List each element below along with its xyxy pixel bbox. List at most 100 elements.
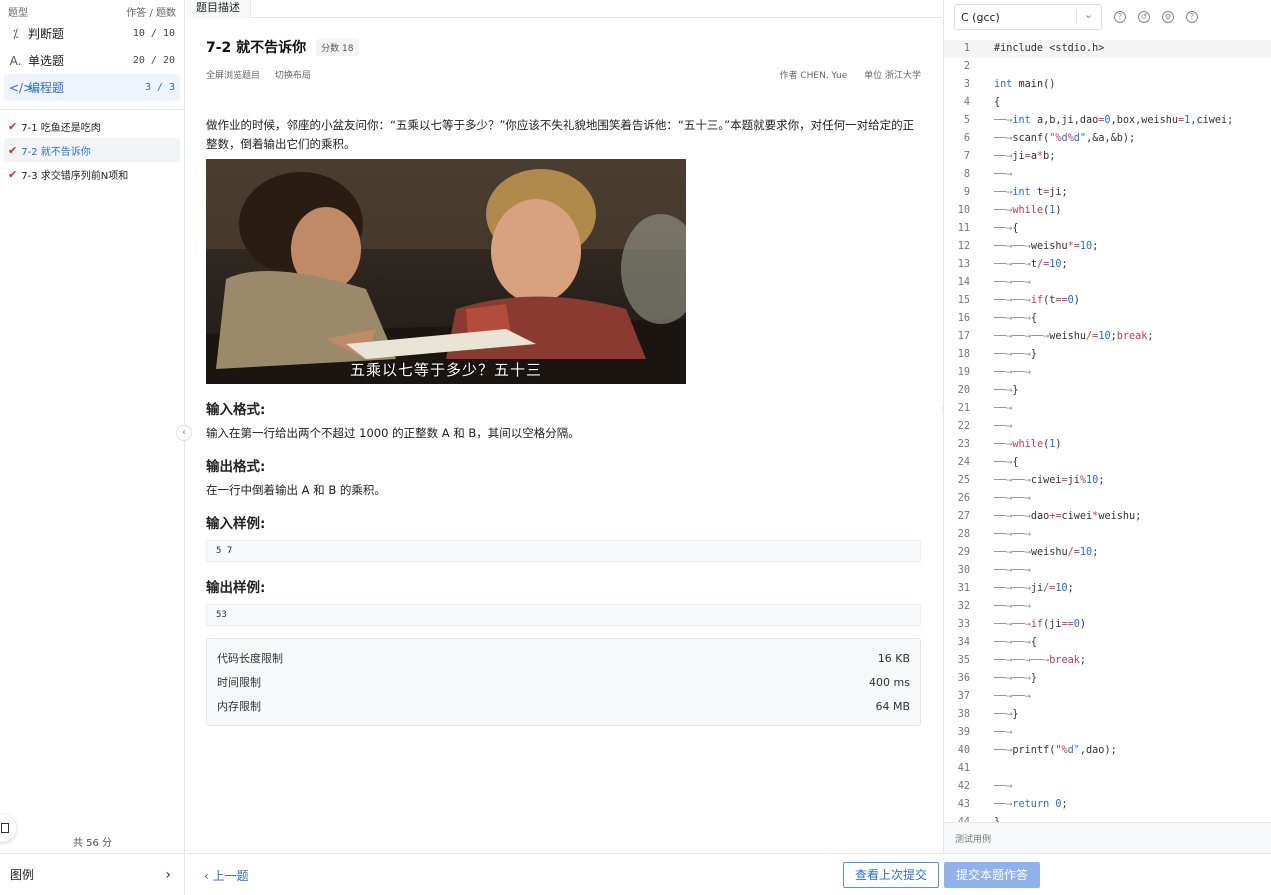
code-line[interactable]: 41 — [944, 760, 1271, 778]
total-score: 共 56 分 — [72, 838, 113, 849]
line-number: 12 — [957, 241, 970, 252]
prev-label: 上一题 — [212, 869, 249, 883]
line-number: 34 — [957, 637, 970, 648]
tab-description[interactable]: 题目描述 — [186, 0, 251, 18]
sample-input-title: 输入样例: — [206, 516, 266, 532]
code-text: ──→ji=a*b; — [994, 151, 1056, 162]
code-line[interactable]: 22 ──→ — [944, 418, 1271, 436]
code-text: ──→──→ — [994, 691, 1031, 702]
code-line[interactable]: 31 ──→──→ji/=10; — [944, 580, 1271, 598]
input-format-title: 输入格式: — [206, 402, 266, 418]
code-line[interactable]: 21 ──→ — [944, 400, 1271, 418]
code-line[interactable]: 38 ──→} — [944, 706, 1271, 724]
code-line[interactable]: 19 ──→──→ — [944, 364, 1271, 382]
history-icon[interactable]: ↺ — [1138, 11, 1150, 23]
switch-layout-link[interactable]: 切换布局 — [275, 71, 311, 81]
help-icon[interactable]: ? — [1114, 11, 1126, 23]
code-text: ──→──→{ — [994, 313, 1037, 324]
code-line[interactable]: 27 ──→──→dao+=ciwei*weishu; — [944, 508, 1271, 526]
code-line[interactable]: 6 ──→scanf("%d%d",&a,&b); — [944, 130, 1271, 148]
code-text: } — [994, 814, 1000, 822]
code-icon: </> — [9, 80, 34, 95]
code-line[interactable]: 40 ──→printf("%d",dao); — [944, 742, 1271, 760]
code-line[interactable]: 36 ──→──→} — [944, 670, 1271, 688]
code-line[interactable]: 16 ──→──→{ — [944, 310, 1271, 328]
line-number: 14 — [957, 277, 970, 288]
code-line[interactable]: 4{ — [944, 94, 1271, 112]
code-line[interactable]: 7 ──→ji=a*b; — [944, 148, 1271, 166]
problem-item[interactable]: ✔ 7-1 吃鱼还是吃肉 — [4, 114, 180, 138]
code-line[interactable]: 28 ──→──→ — [944, 526, 1271, 544]
code-line[interactable]: 10 ──→while(1) — [944, 202, 1271, 220]
code-line[interactable]: 23 ──→while(1) — [944, 436, 1271, 454]
code-line[interactable]: 14 ──→──→ — [944, 274, 1271, 292]
line-number: 7 — [963, 151, 970, 162]
code-line[interactable]: 33 ──→──→if(ji==0) — [944, 616, 1271, 634]
collapse-sidebar-button[interactable]: ‹ — [176, 425, 192, 441]
code-line[interactable]: 25 ──→──→ciwei=ji%10; — [944, 472, 1271, 490]
sidebar-divider — [0, 109, 184, 110]
legend-label: 图例 — [10, 868, 35, 882]
code-line[interactable]: 39 ──→ — [944, 724, 1271, 742]
testcase-bar[interactable]: 测试用例 — [944, 822, 1271, 853]
code-line[interactable]: 30 ──→──→ — [944, 562, 1271, 580]
code-text: #include <stdio.h> — [994, 43, 1105, 54]
line-number: 40 — [957, 745, 970, 756]
code-line[interactable]: 9 ──→int t=ji; — [944, 184, 1271, 202]
line-number: 19 — [957, 367, 970, 378]
info-icon[interactable]: ? — [1186, 11, 1198, 23]
prev-question-button[interactable]: ‹ 上一题 — [204, 867, 249, 884]
image-caption: 五乘以七等于多少？五十三 — [349, 361, 542, 379]
code-line[interactable]: 35 ──→──→──→break; — [944, 652, 1271, 670]
testcase-label: 测试用例 — [955, 835, 992, 845]
code-line[interactable]: 34 ──→──→{ — [944, 634, 1271, 652]
code-line[interactable]: 1 #include <stdio.h> — [944, 40, 1271, 58]
line-number: 5 — [963, 115, 970, 126]
line-number: 26 — [957, 493, 970, 504]
problem-item[interactable]: ✔ 7-3 求交错序列前N项和 — [4, 162, 180, 186]
submit-answer-button[interactable]: 提交本题作答 — [944, 862, 1040, 888]
code-area[interactable]: 1 #include <stdio.h> 2 3 int main() 4{5 ──→int… — [944, 40, 1271, 822]
problem-content: 7-2 就不告诉你 分数 18 全屏浏览题目 切换布局 作者 CHEN, Yue… — [206, 34, 921, 726]
line-number: 25 — [957, 475, 970, 486]
code-line[interactable]: 32 ──→──→ — [944, 598, 1271, 616]
problem-item[interactable]: ✔ 7-2 就不告诉你 — [4, 138, 180, 162]
code-line[interactable]: 37 ──→──→ — [944, 688, 1271, 706]
code-line[interactable]: 42 ──→ — [944, 778, 1271, 796]
code-line[interactable]: 29 ──→──→weishu/=10; — [944, 544, 1271, 562]
question-type-item[interactable]: </> 编程题 3 / 3 — [4, 74, 180, 101]
code-text: ──→──→weishu/=10; — [994, 547, 1099, 558]
code-line[interactable]: 12 ──→──→weishu*=10; — [944, 238, 1271, 256]
code-line[interactable]: 13 ──→──→t/=10; — [944, 256, 1271, 274]
code-line[interactable]: 11 ──→{ — [944, 220, 1271, 238]
code-text: ──→ — [994, 781, 1013, 792]
code-text: ──→──→} — [994, 673, 1037, 684]
fullscreen-link[interactable]: 全屏浏览题目 — [206, 71, 260, 81]
line-number: 15 — [957, 295, 970, 306]
line-number: 33 — [957, 619, 970, 630]
sidebar-header: 题型 作答 / 题数 — [0, 0, 184, 20]
code-line[interactable]: 20 ──→} — [944, 382, 1271, 400]
legend-toggle[interactable]: 图例 › — [0, 853, 185, 895]
code-text: ──→──→──→break; — [994, 655, 1087, 666]
settings-icon[interactable]: ⚙ — [1162, 11, 1174, 23]
code-line[interactable]: 8 ──→ — [944, 166, 1271, 184]
code-line[interactable]: 5 ──→int a,b,ji,dao=0,box,weishu=1,ciwei; — [944, 112, 1271, 130]
code-line[interactable]: 24 ──→{ — [944, 454, 1271, 472]
code-line[interactable]: 15 ──→──→if(t==0) — [944, 292, 1271, 310]
code-text: ──→──→{ — [994, 637, 1037, 648]
code-line[interactable]: 26 ──→──→ — [944, 490, 1271, 508]
code-line[interactable]: 43 ──→return 0; — [944, 796, 1271, 814]
code-line[interactable]: 17 ──→──→──→weishu/=10;break; — [944, 328, 1271, 346]
code-text: ──→{ — [994, 457, 1019, 468]
question-type-item[interactable]: ⁒ 判断题 10 / 10 — [4, 20, 180, 47]
line-number: 16 — [957, 313, 970, 324]
question-type-item[interactable]: A. 单选题 20 / 20 — [4, 47, 180, 74]
view-last-submission-button[interactable]: 查看上次提交 — [843, 862, 939, 888]
code-line[interactable]: 44} — [944, 814, 1271, 822]
code-line[interactable]: 3 int main() — [944, 76, 1271, 94]
language-select[interactable]: C (gcc) ⌄ — [954, 4, 1102, 30]
code-line[interactable]: 18 ──→──→} — [944, 346, 1271, 364]
code-line[interactable]: 2 — [944, 58, 1271, 76]
output-format-text: 在一行中倒着输出 A 和 B 的乘积。 — [206, 483, 386, 497]
